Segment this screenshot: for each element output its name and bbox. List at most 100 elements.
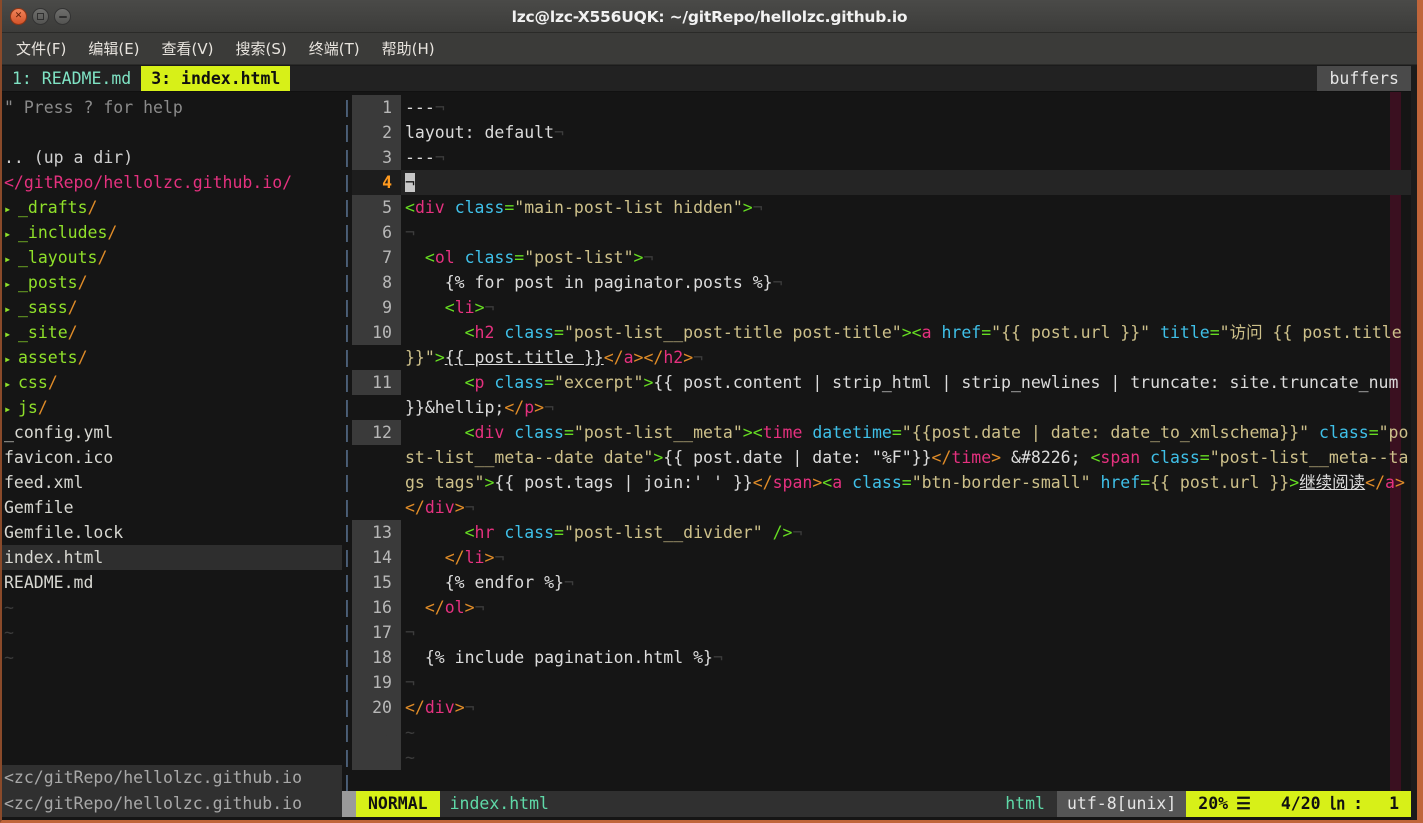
code-line[interactable]: 7 <ol class="post-list">¬ [352, 245, 1411, 270]
chevron-right-icon[interactable]: ▸ [4, 297, 18, 322]
code-line-content[interactable]: layout: default¬ [401, 120, 1411, 145]
code-line-content[interactable]: {% include pagination.html %}¬ [401, 645, 1411, 670]
line-number: 2 [352, 120, 401, 145]
chevron-right-icon[interactable]: ▸ [4, 322, 18, 347]
chevron-right-icon[interactable]: ▸ [4, 247, 18, 272]
code-line[interactable]: 12 <div class="post-list__meta"><time da… [352, 420, 1411, 520]
nerdtree-file-label: README.md [4, 573, 94, 592]
code-line-content[interactable]: <li>¬ [401, 295, 1411, 320]
nerdtree-dir-sass[interactable]: ▸ _sass/ [2, 295, 342, 320]
code-line[interactable]: 8 {% for post in paginator.posts %}¬ [352, 270, 1411, 295]
menu-search[interactable]: 搜索(S) [230, 36, 293, 61]
code-line[interactable]: 11 <p class="excerpt">{{ post.content | … [352, 370, 1411, 420]
code-line[interactable]: 16 </ol>¬ [352, 595, 1411, 620]
dir-slash: / [107, 223, 118, 242]
code-line[interactable]: 9 <li>¬ [352, 295, 1411, 320]
nerdtree-dir-label: assets [18, 348, 78, 367]
code-line-content[interactable]: ¬ [401, 220, 1411, 245]
line-number: 12 [352, 420, 401, 445]
nerdtree-up-a-dir[interactable]: .. (up a dir) [2, 145, 342, 170]
status-line-position: 4/20 [1280, 794, 1321, 813]
nerdtree-dir-label: _includes [18, 223, 108, 242]
code-line-content[interactable]: </div>¬ [401, 695, 1411, 720]
nerdtree-file-favicon-ico[interactable]: favicon.ico [2, 445, 342, 470]
nerdtree-dir-layouts[interactable]: ▸ _layouts/ [2, 245, 342, 270]
nerdtree-file-feed-xml[interactable]: feed.xml [2, 470, 342, 495]
code-line[interactable]: 4 ¬ [352, 170, 1411, 195]
nerdtree-dir-label: _drafts [18, 198, 88, 217]
code-line-content[interactable]: </li>¬ [401, 545, 1411, 570]
code-line[interactable]: 14 </li>¬ [352, 545, 1411, 570]
dir-slash: / [37, 398, 48, 417]
code-line-content[interactable]: <p class="excerpt">{{ post.content | str… [401, 370, 1411, 420]
nerdtree-sidebar: " Press ? for help .. (up a dir) </gitRe… [2, 92, 342, 791]
line-number: 14 [352, 545, 401, 570]
code-line[interactable]: 2 layout: default¬ [352, 120, 1411, 145]
code-line-content[interactable]: ¬ [401, 620, 1411, 645]
nerdtree-dir-css[interactable]: ▸ css/ [2, 370, 342, 395]
code-line-content[interactable]: <h2 class="post-list__post-title post-ti… [401, 320, 1411, 370]
nerdtree-dir-js[interactable]: ▸ js/ [2, 395, 342, 420]
line-number: 20 [352, 695, 401, 720]
chevron-right-icon[interactable]: ▸ [4, 347, 18, 372]
nerdtree-dir-label: _site [18, 323, 68, 342]
code-line[interactable]: 3 ---¬ [352, 145, 1411, 170]
code-line[interactable]: 10 <h2 class="post-list__post-title post… [352, 320, 1411, 370]
code-line[interactable]: 19 ¬ [352, 670, 1411, 695]
code-line-content[interactable]: <ol class="post-list">¬ [401, 245, 1411, 270]
nerdtree-dir-site[interactable]: ▸ _site/ [2, 320, 342, 345]
status-separator [342, 791, 356, 817]
menu-help[interactable]: 帮助(H) [376, 36, 441, 61]
code-line[interactable]: 6 ¬ [352, 220, 1411, 245]
nerdtree-file-index-html[interactable]: index.html [2, 545, 342, 570]
code-line-content[interactable]: <div class="main-post-list hidden">¬ [401, 195, 1411, 220]
chevron-right-icon[interactable]: ▸ [4, 272, 18, 297]
nerdtree-file-_config-yml[interactable]: _config.yml [2, 420, 342, 445]
chevron-right-icon[interactable]: ▸ [4, 397, 18, 422]
chevron-right-icon[interactable]: ▸ [4, 197, 18, 222]
code-line[interactable]: 1 ---¬ [352, 95, 1411, 120]
nerdtree-root[interactable]: </gitRepo/hellolzc.github.io/ [2, 170, 342, 195]
title-bar: ✕ lzc@lzc-X556UQK: ~/gitRepo/hellolzc.gi… [2, 0, 1417, 33]
code-line-content[interactable]: </ol>¬ [401, 595, 1411, 620]
code-line[interactable]: 5 <div class="main-post-list hidden">¬ [352, 195, 1411, 220]
chevron-right-icon[interactable]: ▸ [4, 372, 18, 397]
code-line-content[interactable]: <hr class="post-list__divider" />¬ [401, 520, 1411, 545]
nerdtree-dir-drafts[interactable]: ▸ _drafts/ [2, 195, 342, 220]
code-line[interactable]: 20 </div>¬ [352, 695, 1411, 720]
nerdtree-dir-posts[interactable]: ▸ _posts/ [2, 270, 342, 295]
line-number: 17 [352, 620, 401, 645]
code-line-content[interactable]: {% for post in paginator.posts %}¬ [401, 270, 1411, 295]
code-line-content[interactable]: <div class="post-list__meta"><time datet… [401, 420, 1411, 520]
nerdtree-file-Gemfile[interactable]: Gemfile [2, 495, 342, 520]
line-number: 7 [352, 245, 401, 270]
nerdtree-dir-includes[interactable]: ▸ _includes/ [2, 220, 342, 245]
chevron-right-icon[interactable]: ▸ [4, 222, 18, 247]
nerdtree-dir-assets[interactable]: ▸ assets/ [2, 345, 342, 370]
source-code-area[interactable]: 1 ---¬ 2 layout: default¬ 3 ---¬ 4 ¬ 5 <div class… [352, 95, 1411, 791]
menu-view[interactable]: 查看(V) [156, 36, 220, 61]
code-line-content[interactable]: ---¬ [401, 145, 1411, 170]
code-line-content[interactable]: ¬ [401, 670, 1411, 695]
code-line-content[interactable]: {% endfor %}¬ [401, 570, 1411, 595]
code-line[interactable]: 15 {% endfor %}¬ [352, 570, 1411, 595]
code-line[interactable]: 17 ¬ [352, 620, 1411, 645]
code-line-content[interactable]: ---¬ [401, 95, 1411, 120]
dir-slash: / [97, 248, 108, 267]
code-line[interactable]: 18 {% include pagination.html %}¬ [352, 645, 1411, 670]
code-line-content[interactable]: ¬ [401, 170, 1411, 195]
nerdtree-file-README-md[interactable]: README.md [2, 570, 342, 595]
nerdtree-dir-label: _sass [18, 298, 68, 317]
buffer-tab-index[interactable]: 3: index.html [141, 66, 291, 91]
nerdtree-file-label: index.html [4, 548, 104, 567]
dir-slash: / [77, 273, 88, 292]
code-line[interactable]: 13 <hr class="post-list__divider" />¬ [352, 520, 1411, 545]
nerdtree-empty-line: ~ [2, 645, 342, 670]
buffer-tab-readme[interactable]: 1: README.md [2, 66, 141, 91]
menu-file[interactable]: 文件(F) [10, 36, 72, 61]
nerdtree-file-Gemfile-lock[interactable]: Gemfile.lock [2, 520, 342, 545]
window-bottom-strip [2, 817, 1411, 820]
menu-edit[interactable]: 编辑(E) [82, 36, 145, 61]
menu-terminal[interactable]: 终端(T) [303, 36, 366, 61]
code-editor-pane[interactable]: | | | | | | | | | | | | | | | | | | | | | | | | | | | | 1 ---¬ 2 layou… [342, 92, 1411, 791]
